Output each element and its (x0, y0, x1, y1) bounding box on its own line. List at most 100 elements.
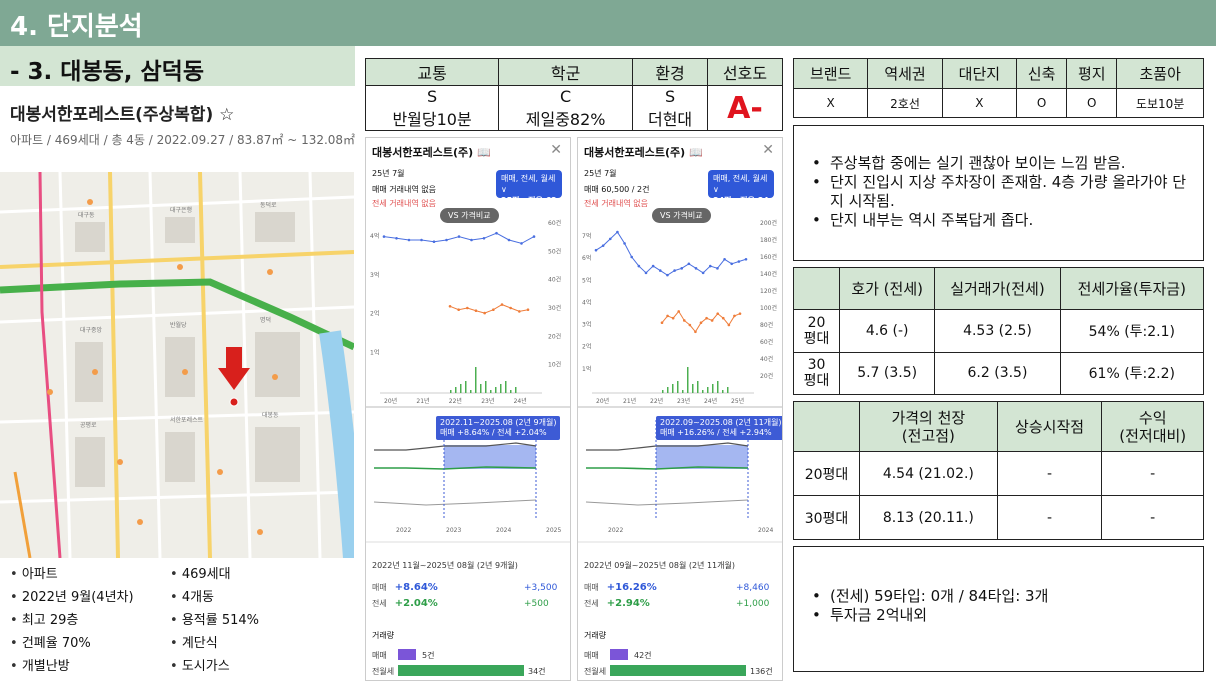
data-point (492, 308, 495, 311)
volume-bar (712, 384, 714, 393)
data-point (716, 312, 720, 315)
y-tick-label: 1억 (582, 365, 591, 373)
note-item: 주상복합 중에는 실기 괜찮아 보이는 느낌 받음. (804, 154, 1191, 173)
data-point (723, 257, 726, 261)
svg-text:명덕: 명덕 (260, 316, 271, 324)
volume-bar (465, 381, 467, 393)
data-point (694, 330, 697, 334)
y-tick-label: 1억 (370, 348, 379, 356)
school-cell: C 제일중82% (498, 85, 634, 131)
x2-tick-label: 2024 (758, 527, 773, 534)
data-point (407, 238, 411, 242)
apartment-info: 아파트 / 469세대 / 총 4동 / 2022.09.27 / 83.87㎡… (10, 133, 356, 147)
station-value: 2호선 (867, 88, 943, 118)
y2-tick-label: 20건 (548, 332, 561, 340)
header-station: 역세권 (867, 58, 943, 89)
volume-bar (495, 387, 497, 393)
ratio-line (373, 499, 537, 506)
data-point (520, 242, 523, 245)
school-near-value: 도보10분 (1116, 88, 1204, 118)
svg-text:대봉동: 대봉동 (262, 411, 279, 419)
data-point (687, 262, 691, 266)
peak-cell: 8.13 (20.11.) (859, 495, 998, 540)
svg-text:대구은행: 대구은행 (170, 206, 192, 214)
y2-tick-label: 10건 (548, 361, 561, 369)
sale-label: 매매 (372, 583, 387, 592)
data-point (660, 321, 664, 325)
volume-label: 거래량 (584, 631, 607, 640)
data-point (500, 303, 504, 306)
volume-bar (702, 390, 704, 393)
y-tick-label: 4억 (582, 298, 591, 306)
data-point (420, 238, 423, 242)
data-point (671, 316, 675, 320)
x-tick-label: 23년 (677, 397, 690, 405)
jeonse-change-row: 전세 +2.94% +1,000 (584, 598, 769, 609)
x2-tick-label: 2022 (396, 527, 411, 534)
data-point (457, 235, 461, 238)
header-new: 신축 (1016, 58, 1068, 89)
apartment-title[interactable]: 대봉서한포레스트(주상복합) ☆ (10, 100, 234, 125)
jeonse-percent: +2.04% (394, 598, 438, 609)
y2-tick-label: 160건 (760, 253, 777, 261)
y2-tick-label: 120건 (760, 287, 777, 295)
volume-bar (692, 384, 694, 393)
series-line-1 (449, 304, 529, 314)
row-label: 30평대 (793, 495, 860, 540)
header-flat: 평지 (1066, 58, 1118, 89)
header-blank (793, 267, 840, 310)
sale-change-row: 매매 +8.64% +3,500 (372, 582, 557, 593)
header-brand: 브랜드 (792, 58, 869, 89)
data-point (608, 237, 612, 241)
price-chart: 7억 6억 5억 4억 3억 2억 1억 200건 180건 160건 140건 120건 100건 80… (578, 219, 782, 543)
svg-text:대구동: 대구동 (78, 211, 95, 219)
data-point (518, 310, 521, 313)
y2-tick-label: 180건 (760, 236, 777, 244)
note-item: 단지 진입시 지상 주차장이 존재함. 4층 가량 올라가야 단지 시작됨. (804, 173, 1191, 211)
header-school: 학군 (498, 58, 634, 86)
deal-cell: 4.53 (2.5) (934, 309, 1061, 353)
data-point (710, 319, 714, 322)
sale-percent: +16.26% (606, 582, 657, 593)
sale-percent: +8.64% (394, 582, 438, 593)
volume-bar (677, 381, 679, 393)
section-header: - 3. 대봉동, 삼덕동 (0, 46, 355, 86)
data-point (637, 264, 641, 268)
price-chart: 4억 3억 2억 1억 60건 50건 40건 30건 20건 10건 20년 21년 22년 23년 24… (366, 219, 570, 543)
data-point (526, 308, 530, 311)
data-point (680, 267, 684, 270)
profit-cell: - (1101, 451, 1204, 496)
fact-item: 최고 29층 (10, 609, 170, 629)
page-title: 4. 단지분석 (10, 12, 143, 42)
x-tick-label: 20년 (596, 397, 609, 405)
svg-text:서한포레스트: 서한포레스트 (170, 416, 204, 424)
volume-bar (682, 390, 684, 393)
data-point (466, 306, 469, 310)
location-map[interactable]: 대구동 대구은행 동덕로 대구중앙 반월당 명덕 공평로 서한포레스트 대봉동 (0, 172, 354, 558)
volume-bar (505, 381, 507, 393)
volume-sale-bar (610, 649, 628, 660)
volume-bar (687, 367, 689, 393)
volume-bar (510, 390, 512, 393)
x-tick-label: 24년 (704, 397, 717, 405)
data-point (658, 269, 662, 272)
row-label: 20 평대 (793, 309, 840, 353)
volume-jeonse-value: 34건 (528, 667, 546, 676)
volume-jeonse-bar (398, 665, 524, 676)
y2-tick-label: 20건 (760, 372, 773, 380)
page-header: 4. 단지분석 (0, 0, 1216, 46)
transport-cell: S 반월당10분 (364, 85, 500, 131)
volume-bar (717, 381, 719, 393)
series-line-0 (383, 232, 535, 244)
header-ask: 호가 (전세) (838, 267, 936, 310)
data-point (737, 260, 741, 263)
range-tooltip: 2022.09~2025.08 (2년 11개월) 매매 +16.26% / 전세… (656, 416, 782, 440)
volume-bar (480, 384, 482, 393)
x2-tick-label: 2024 (496, 527, 511, 534)
y-tick-label: 4억 (370, 232, 379, 240)
y2-tick-label: 200건 (760, 219, 777, 227)
svg-text:동덕로: 동덕로 (260, 202, 277, 209)
data-point (432, 240, 436, 243)
volume-jeonse-value: 136건 (750, 667, 773, 676)
svg-text:반월당: 반월당 (170, 321, 187, 329)
